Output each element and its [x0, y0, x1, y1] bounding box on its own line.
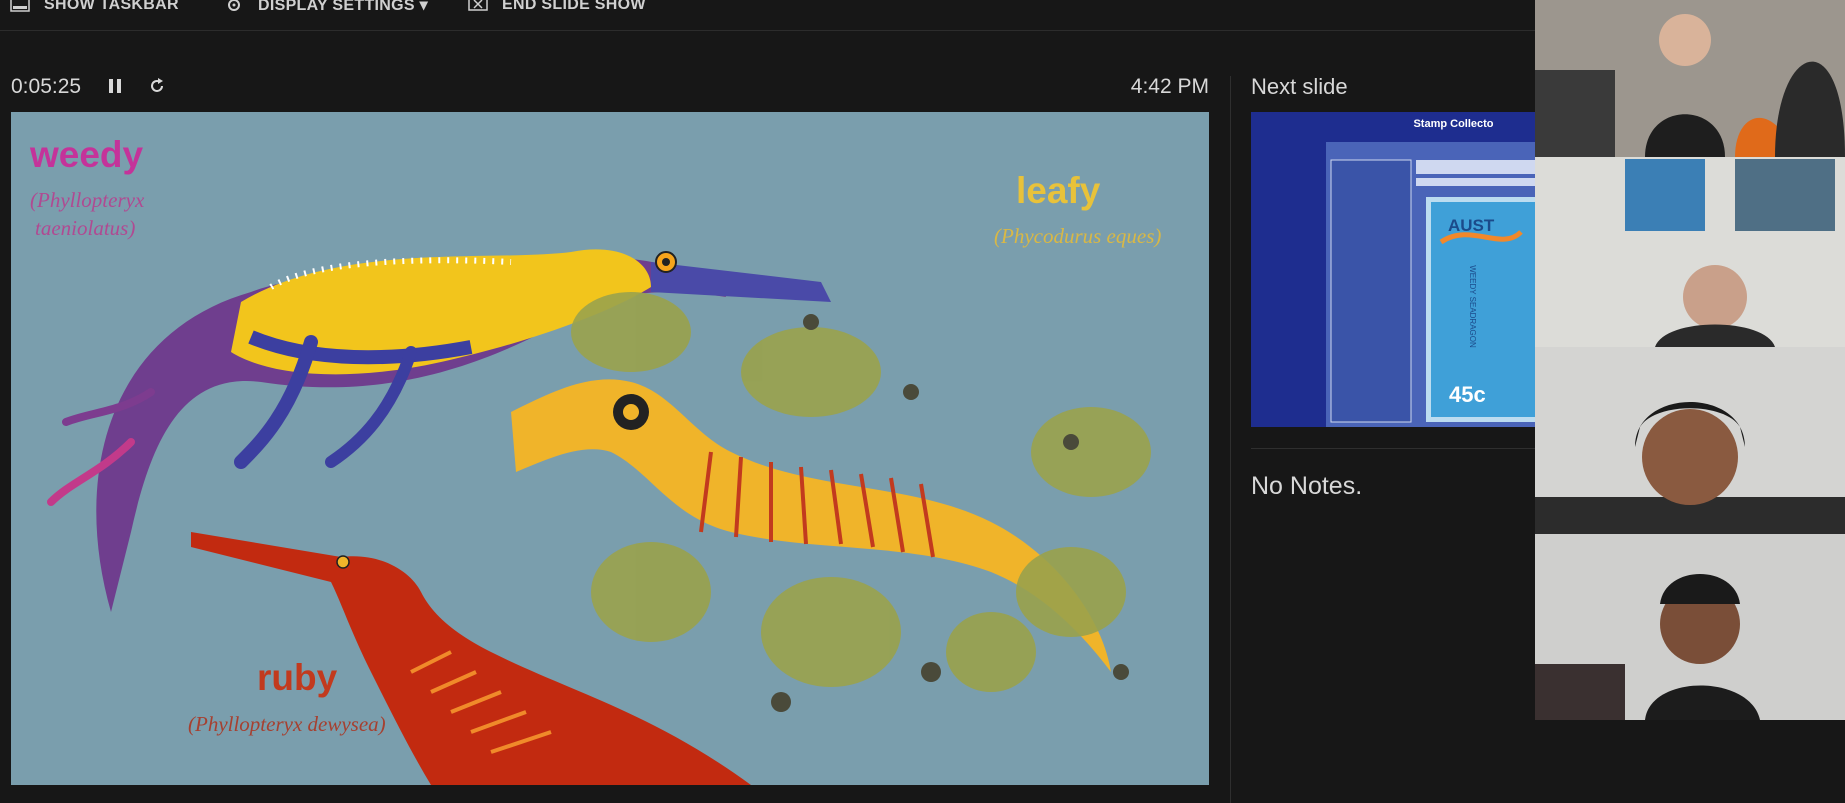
end-slide-show-button[interactable]: END SLIDE SHOW: [468, 0, 646, 16]
end-slide-show-label: END SLIDE SHOW: [502, 0, 646, 13]
leafy-label: leafy: [1016, 170, 1101, 211]
seadragon-illustration: [47, 249, 1151, 785]
end-show-icon: [468, 0, 488, 13]
restart-icon: [151, 78, 163, 92]
pause-icon: [109, 79, 121, 93]
weedy-scientific-name-line1: (Phyllopteryx: [30, 188, 145, 212]
stamp-country: AUST: [1448, 216, 1495, 235]
stamp-value: 45c: [1449, 382, 1486, 407]
gear-icon: [224, 0, 244, 13]
participant-video-3[interactable]: [1535, 347, 1845, 534]
next-slide-thumbnail[interactable]: Stamp Collecto AUST 45c WEEDY SEADRAGON: [1251, 112, 1536, 427]
elapsed-timer: 0:05:25: [11, 75, 82, 98]
ruby-scientific-name: (Phyllopteryx dewysea): [188, 712, 386, 736]
participant-3-image: [1535, 347, 1845, 534]
slideshow-toolbar: SHOW TASKBAR DISPLAY SETTINGS ▾ END SLID…: [0, 0, 1535, 31]
stamp-caption: WEEDY SEADRAGON: [1467, 265, 1477, 348]
leafy-seadragon-drawing: [511, 292, 1151, 712]
restart-timer-button[interactable]: [145, 74, 169, 98]
current-time: 4:42 PM: [1130, 75, 1209, 98]
participant-video-1[interactable]: [1535, 0, 1845, 157]
participant-video-4[interactable]: [1535, 534, 1845, 720]
weedy-scientific-name-line2: taeniolatus): [35, 216, 136, 240]
next-slide-content: [1326, 142, 1536, 427]
leafy-scientific-name: (Phycodurus eques): [994, 224, 1162, 248]
participant-2-image: [1535, 157, 1845, 347]
notes-divider: [1251, 448, 1535, 449]
weedy-label: weedy: [30, 134, 144, 175]
weedy-seadragon-drawing: [47, 249, 831, 612]
participant-video-strip: [1535, 0, 1845, 720]
show-taskbar-label: SHOW TASKBAR: [44, 0, 179, 13]
participant-1-image: [1535, 0, 1845, 157]
display-settings-label: DISPLAY SETTINGS ▾: [258, 0, 428, 14]
participant-video-2[interactable]: [1535, 157, 1845, 347]
participant-4-image: [1535, 534, 1845, 720]
taskbar-icon: [10, 0, 30, 13]
timer-bar: 0:05:25 4:42 PM: [0, 70, 1215, 104]
display-settings-button[interactable]: DISPLAY SETTINGS ▾: [224, 0, 428, 16]
speaker-notes: No Notes.: [1251, 472, 1363, 500]
ruby-label: ruby: [257, 657, 338, 698]
next-slide-heading: Next slide: [1251, 74, 1348, 99]
panel-divider: [1230, 76, 1231, 803]
show-taskbar-button[interactable]: SHOW TASKBAR: [10, 0, 179, 16]
current-slide[interactable]: weedy (Phyllopteryx taeniolatus) leafy (…: [11, 112, 1209, 785]
pause-timer-button[interactable]: [103, 74, 127, 98]
